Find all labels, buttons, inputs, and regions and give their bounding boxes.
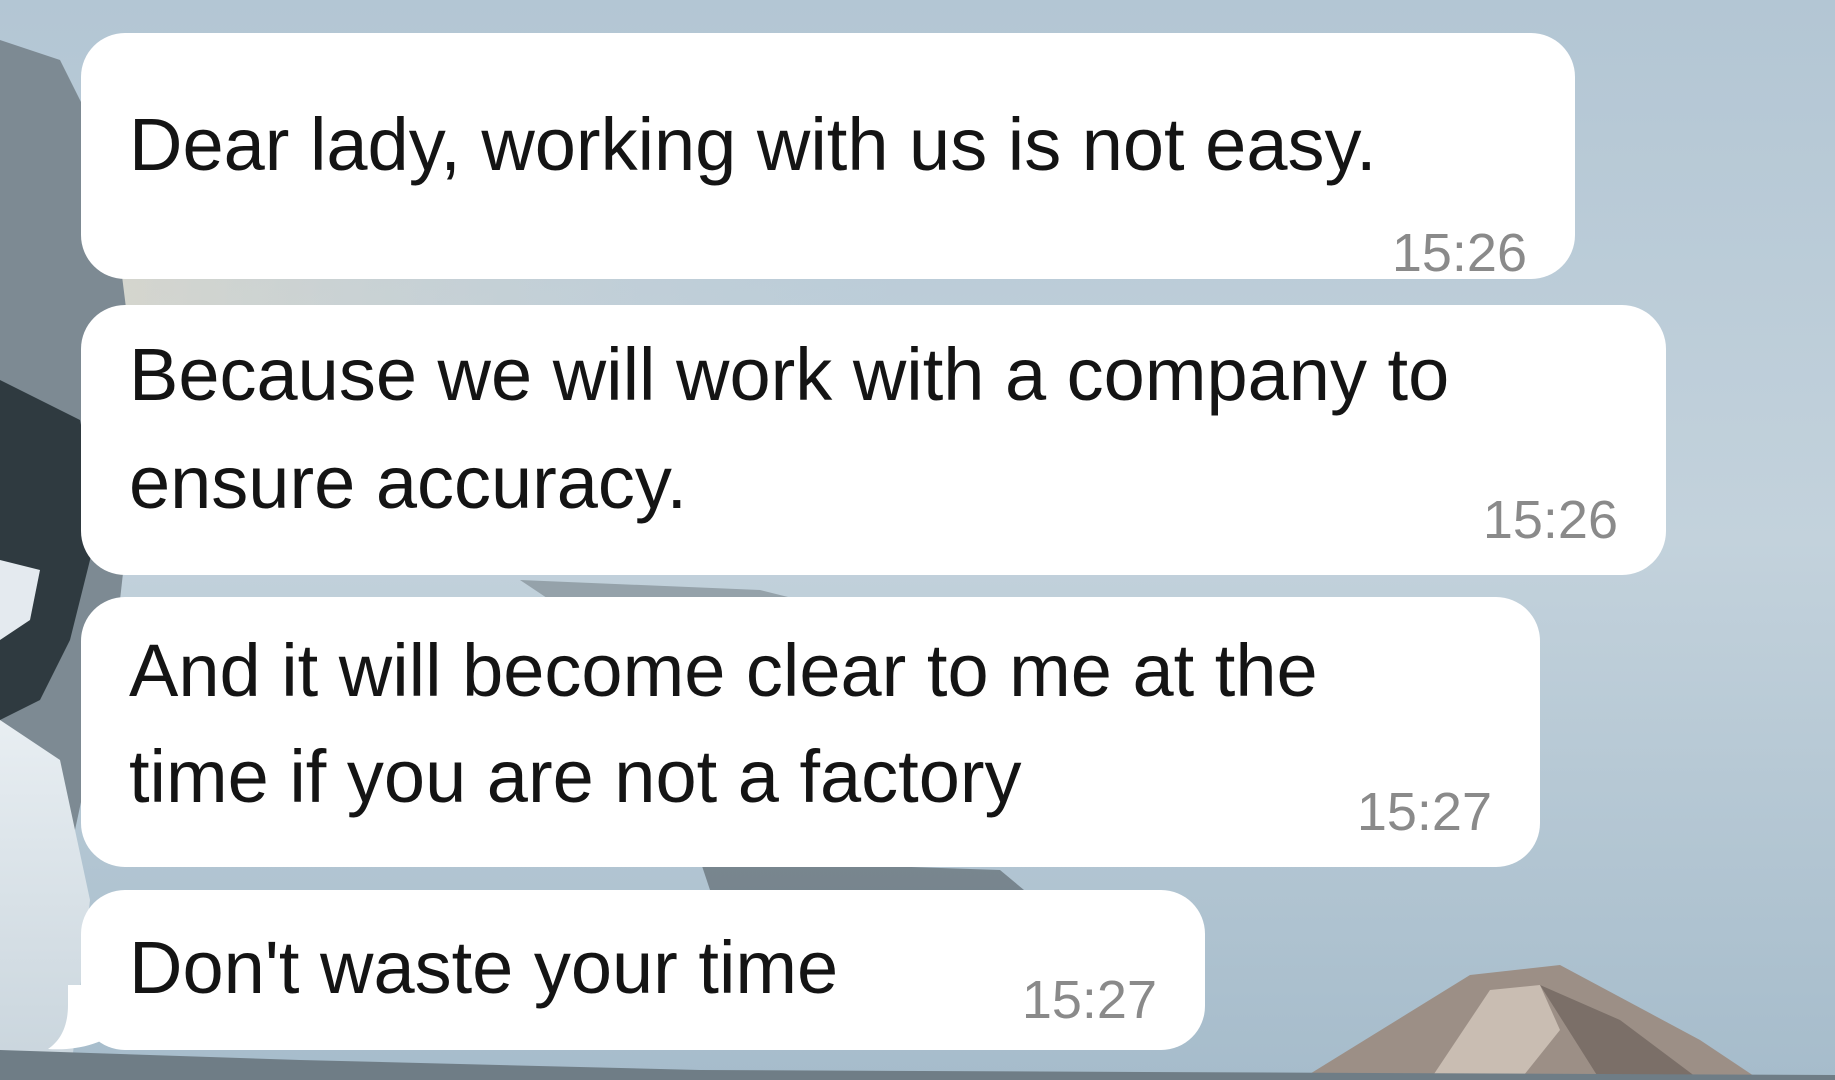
message-timestamp: 15:27: [1021, 970, 1157, 1030]
message-timestamp: 15:26: [1482, 490, 1618, 550]
message-bubble[interactable]: Don't waste your time 15:27: [81, 890, 1205, 1050]
message-timestamp: 15:27: [1356, 782, 1492, 842]
message-bubble[interactable]: Because we will work with a company to e…: [81, 305, 1666, 575]
message-bubble[interactable]: Dear lady, working with us is not easy. …: [81, 33, 1575, 283]
message-text: And it will become clear to me at the: [129, 629, 1318, 712]
chat-message-list[interactable]: Dear lady, working with us is not easy. …: [0, 0, 1835, 1080]
message-text: Because we will work with a company to: [129, 333, 1450, 416]
message-text: ensure accuracy.: [129, 441, 687, 524]
message-bubble[interactable]: And it will become clear to me at the ti…: [81, 597, 1540, 867]
message-text: time if you are not a factory: [129, 735, 1022, 818]
message-text: Don't waste your time: [129, 926, 839, 1009]
message-timestamp: 15:26: [1391, 223, 1527, 283]
message-text: Dear lady, working with us is not easy.: [129, 103, 1377, 186]
